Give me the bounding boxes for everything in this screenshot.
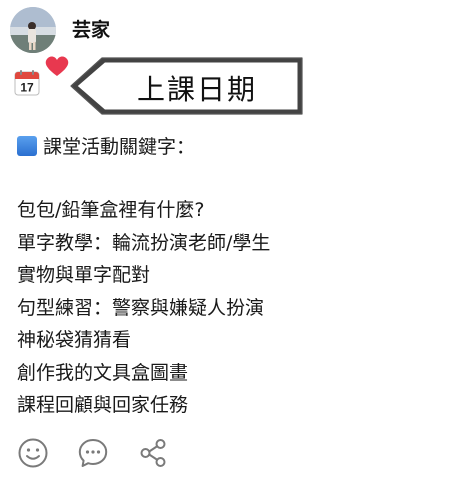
date-tag-label: 上課日期 <box>136 73 257 106</box>
blue-square-icon <box>17 135 37 156</box>
list-item: 單字教學：輪流扮演老師/學生 <box>17 231 271 254</box>
section-heading-text: 課堂活動關鍵字： <box>43 136 196 158</box>
list-item: 課程回顧與回家任務 <box>17 394 189 416</box>
avatar-photo-icon <box>10 7 56 53</box>
comment-button[interactable] <box>76 436 110 470</box>
calendar-date-label: 17 <box>20 81 34 95</box>
list-item: 神秘袋猜猜看 <box>17 329 132 351</box>
share-icon <box>140 439 166 467</box>
section-heading: 課堂活動關鍵字： <box>17 132 195 159</box>
avatar[interactable] <box>10 7 56 53</box>
post-actions <box>16 436 170 470</box>
share-button[interactable] <box>136 436 170 470</box>
list-item: 包包/鉛筆盒裡有什麼? <box>17 199 205 221</box>
date-tag: 上課日期 <box>44 54 308 118</box>
calendar-icon: 17 <box>14 70 40 96</box>
chat-bubble-icon <box>78 439 108 467</box>
list-item: 句型練習：警察與嫌疑人扮演 <box>17 296 265 319</box>
activity-list: 包包/鉛筆盒裡有什麼? 單字教學：輪流扮演老師/學生 實物與單字配對 句型練習：… <box>17 194 270 422</box>
date-tag-row: 17 上課日期 <box>14 54 314 120</box>
post-header: 芸家 <box>10 6 110 54</box>
list-item: 創作我的文具盒圖畫 <box>17 361 189 384</box>
like-button[interactable] <box>16 436 50 470</box>
heart-icon <box>45 56 69 76</box>
list-item: 實物與單字配對 <box>17 264 151 286</box>
author-name[interactable]: 芸家 <box>72 15 110 42</box>
smiley-icon <box>18 438 48 468</box>
